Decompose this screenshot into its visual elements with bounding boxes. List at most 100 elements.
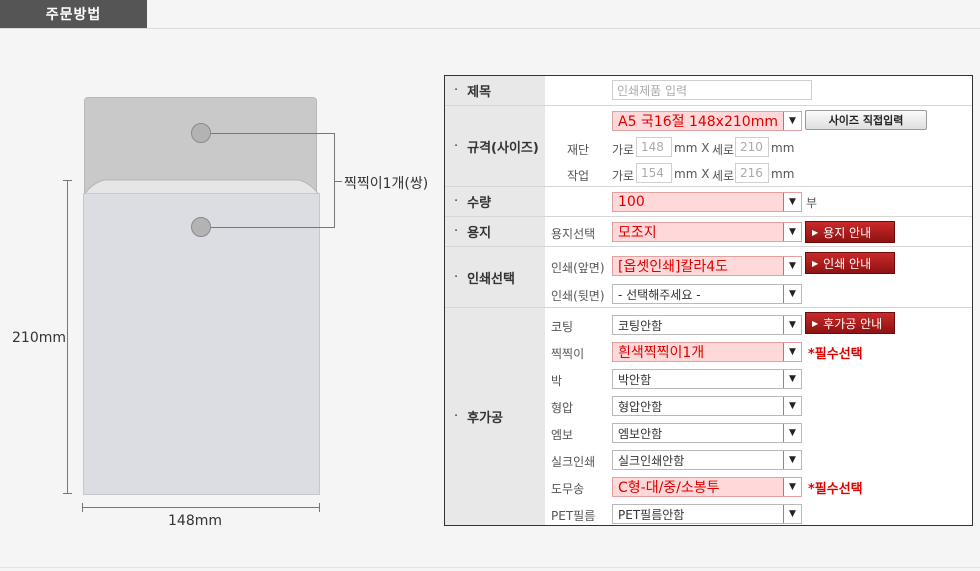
print-guide-button[interactable]: ▶ 인쇄 안내 [805,252,895,274]
cut-height-input[interactable]: 210 [735,137,769,157]
print-guide-label: 인쇄 안내 [823,256,872,271]
required-note: *필수선택 [808,347,863,362]
work-height-input[interactable]: 216 [735,163,769,183]
row-size-label: 규격(사이즈) [467,140,539,156]
work-height-label: 세로 [712,169,735,183]
chevron-down-icon: ▼ [783,424,801,442]
die-cut-select[interactable]: C형-대/중/소봉투 ▼ [612,477,802,497]
bullet: · [454,138,459,154]
emboss-press-select[interactable]: 형압안함 ▼ [612,396,802,416]
bullet: · [454,409,459,424]
chevron-down-icon: ▼ [783,316,801,334]
velcro-dot-top [191,123,211,143]
chevron-down-icon: ▼ [783,223,801,241]
velcro-label: 찍찍이1개(쌍) [344,176,429,192]
height-dimension-line [67,180,68,494]
row-print-label: 인쇄선택 [467,271,515,287]
chevron-down-icon: ▼ [783,285,801,303]
chevron-down-icon: ▼ [783,370,801,388]
required-note: *필수선택 [808,482,863,497]
paper-select-value: 모조지 [618,225,657,241]
work-label: 작업 [567,169,590,183]
chevron-down-icon: ▼ [783,451,801,469]
foil-value: 박안함 [618,372,652,387]
envelope-body [83,193,320,495]
print-back-label: 인쇄(뒷면) [551,289,605,303]
velcro-dot-bottom [191,217,211,237]
post-item-label: 찍찍이 [551,347,585,361]
post-guide-button[interactable]: ▶ 후가공 안내 [805,312,895,334]
leader-line [334,181,342,182]
row-print: · 인쇄선택 인쇄(앞면) [옵셋인쇄]칼라4도 ▼ ▶ 인쇄 안내 인쇄(뒷면) -… [445,247,972,308]
row-title-label: 제목 [467,85,492,100]
width-dimension-cap [82,503,83,512]
silk-print-value: 실크인쇄안함 [618,453,685,468]
coating-select[interactable]: 코팅안함 ▼ [612,315,802,335]
print-back-select[interactable]: - 선택해주세요 - ▼ [612,284,802,304]
leader-line [211,133,335,134]
paper-select[interactable]: 모조지 ▼ [612,222,802,242]
work-mm: mm [771,167,795,181]
play-icon: ▶ [812,258,819,268]
post-guide-label: 후가공 안내 [823,316,883,331]
coating-value: 코팅안함 [618,318,663,333]
paper-sub-label: 용지선택 [551,227,596,241]
print-back-value: - 선택해주세요 - [618,287,701,302]
cut-width-input[interactable]: 148 [636,137,672,157]
cut-height-label: 세로 [712,143,735,157]
print-front-label: 인쇄(앞면) [551,261,605,275]
order-form: · 제목 인쇄제품 입력 · 규격(사이즈) A5 국16절 148x210mm ▼ … [444,75,973,526]
chevron-down-icon: ▼ [783,343,801,361]
size-select[interactable]: A5 국16절 148x210mm ▼ [612,111,802,131]
pet-film-select[interactable]: PET필름안함 ▼ [612,504,802,524]
print-front-value: [옵셋인쇄]칼라4도 [618,259,728,275]
row-post: · 후가공 코팅 코팅안함 ▼ ▶ 후가공 안내 찍찍이 흰색찍찍이1개 ▼ *필수선택… [445,308,972,525]
chevron-down-icon: ▼ [783,112,801,130]
row-size: · 규격(사이즈) A5 국16절 148x210mm ▼ 사이즈 직접입력 재단 … [445,106,972,187]
pet-film-value: PET필름안함 [618,507,685,522]
paper-guide-button[interactable]: ▶ 용지 안내 [805,221,895,243]
print-front-select[interactable]: [옵셋인쇄]칼라4도 ▼ [612,256,802,276]
section-title: 주문방법 [0,0,147,28]
size-select-value: A5 국16절 148x210mm [618,114,778,130]
post-item-label: 실크인쇄 [551,455,596,469]
bottom-divider [0,567,980,568]
row-quantity: · 수량 100 ▼ 부 [445,187,972,217]
play-icon: ▶ [812,318,819,328]
width-label: 148mm [168,513,222,529]
chevron-down-icon: ▼ [783,505,801,523]
leader-line [211,227,335,228]
foil-select[interactable]: 박안함 ▼ [612,369,802,389]
work-width-input[interactable]: 154 [636,163,672,183]
paper-guide-label: 용지 안내 [823,225,872,240]
silk-print-select[interactable]: 실크인쇄안함 ▼ [612,450,802,470]
quantity-unit: 부 [806,196,818,210]
cut-mm-x: mm X [674,141,710,155]
post-item-label: 코팅 [551,320,574,334]
quantity-select[interactable]: 100 ▼ [612,192,802,212]
embo-select[interactable]: 엠보안함 ▼ [612,423,802,443]
bullet: · [454,83,459,98]
velcro-value: 흰색찍찍이1개 [618,345,705,361]
chevron-down-icon: ▼ [783,478,801,496]
row-quantity-label: 수량 [467,196,492,211]
post-item-label: 도무송 [551,482,585,496]
work-width-label: 가로 [612,169,635,183]
post-item-label: 엠보 [551,428,574,442]
title-input[interactable]: 인쇄제품 입력 [612,80,812,100]
row-paper: · 용지 용지선택 모조지 ▼ ▶ 용지 안내 [445,217,972,247]
velcro-select[interactable]: 흰색찍찍이1개 ▼ [612,342,802,362]
cut-label: 재단 [567,143,590,157]
custom-size-button[interactable]: 사이즈 직접입력 [805,110,927,130]
chevron-down-icon: ▼ [783,193,801,211]
row-post-label: 후가공 [467,411,504,426]
height-dimension-cap [63,180,72,181]
post-item-label: 박 [551,374,563,388]
height-dimension-cap [63,493,72,494]
die-cut-value: C형-대/중/소봉투 [618,480,720,496]
cut-mm: mm [771,141,795,155]
embo-value: 엠보안함 [618,426,663,441]
quantity-select-value: 100 [618,194,645,210]
bullet: · [454,194,459,209]
post-item-label: 형압 [551,401,574,415]
